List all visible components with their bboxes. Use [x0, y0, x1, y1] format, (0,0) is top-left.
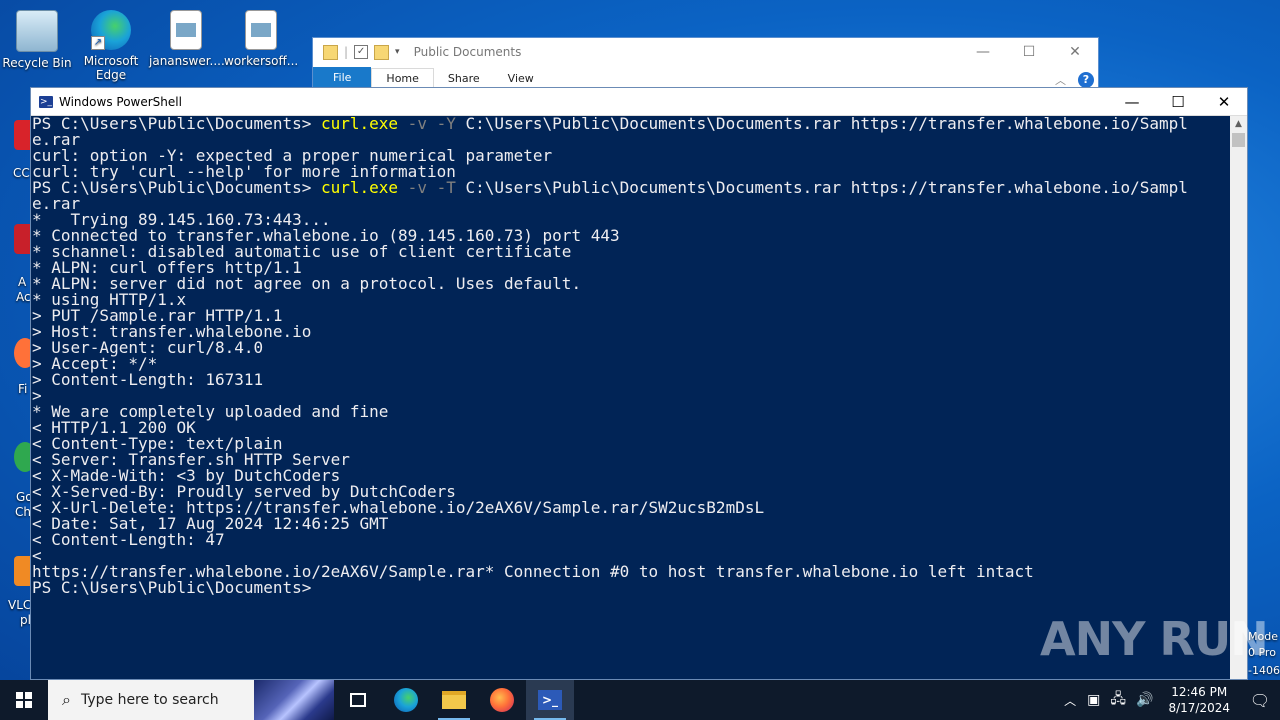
help-icon[interactable]: ?: [1078, 72, 1094, 88]
partial-icon-label: Fi: [18, 382, 28, 396]
chevron-up-icon[interactable]: ︿: [1055, 72, 1066, 88]
desktop-icon-label: workersoff...: [224, 54, 299, 68]
start-button[interactable]: [0, 680, 48, 720]
console-line: PS C:\Users\Public\Documents> curl.exe -…: [32, 116, 1232, 132]
volume-icon[interactable]: 🔊: [1131, 692, 1158, 708]
tab-view[interactable]: View: [494, 69, 548, 88]
console-flags: -v -Y: [398, 116, 456, 133]
vertical-scrollbar[interactable]: ▲: [1230, 116, 1247, 679]
windows-logo-icon: [16, 692, 32, 708]
clock-time: 12:46 PM: [1171, 685, 1228, 699]
console-args: C:\Users\Public\Documents\Documents.rar …: [455, 178, 1188, 197]
maximize-button[interactable]: ☐: [1006, 44, 1052, 60]
notification-center-icon[interactable]: 🗨: [1240, 680, 1280, 720]
desktop-icon-label: jananswer....: [149, 54, 225, 68]
desktop-icon-workersoff[interactable]: workersoff...: [224, 4, 298, 68]
properties-icon[interactable]: ✓: [354, 45, 369, 59]
console-flags: -v -T: [398, 178, 456, 197]
console-command: curl.exe: [320, 178, 399, 197]
tab-file[interactable]: File: [313, 67, 372, 88]
close-button[interactable]: ✕: [1052, 44, 1098, 60]
desktop-icon-jananswer[interactable]: jananswer....: [149, 4, 225, 68]
separator: |: [344, 45, 349, 59]
minimize-button[interactable]: —: [960, 44, 1006, 60]
window-title: Windows PowerShell: [59, 94, 182, 109]
partial-icon-label: A: [18, 275, 27, 289]
partial-icon-label: VLC: [8, 598, 32, 612]
device-icon[interactable]: ▣: [1082, 692, 1105, 708]
recycle-bin-icon: [16, 10, 58, 52]
desktop-icon-recycle-bin[interactable]: Recycle Bin: [0, 4, 74, 70]
firefox-icon: [490, 688, 514, 712]
new-folder-icon[interactable]: [374, 44, 390, 60]
ribbon-tabs: File Home Share View ︿ ?: [313, 66, 1098, 88]
image-file-icon: [170, 10, 202, 50]
partial-icon-label: Ch: [15, 505, 31, 519]
taskbar-file-explorer[interactable]: [430, 680, 478, 720]
edge-icon: [394, 688, 418, 712]
folder-icon: [323, 44, 338, 60]
minimize-button[interactable]: —: [1109, 88, 1155, 115]
console-line: > Content-Length: 167311: [32, 370, 264, 389]
console-args: C:\Users\Public\Documents\Documents.rar …: [455, 116, 1188, 133]
maximize-button[interactable]: ☐: [1155, 88, 1201, 115]
close-button[interactable]: ✕: [1201, 88, 1247, 115]
network-icon[interactable]: 🖧: [1105, 688, 1131, 712]
console-line: * ALPN: server did not agree on a protoc…: [32, 274, 582, 293]
quick-access-toolbar: | ✓ ▾: [313, 44, 400, 60]
desktop-icon-edge[interactable]: ↗ Microsoft Edge: [74, 4, 148, 82]
tab-share[interactable]: Share: [434, 69, 494, 88]
scrollbar-thumb[interactable]: [1232, 133, 1245, 147]
console-line: PS C:\Users\Public\Documents>: [32, 578, 312, 597]
edge-icon: ↗: [91, 10, 131, 50]
search-placeholder: Type here to search: [80, 692, 219, 708]
image-file-icon: [245, 10, 277, 50]
show-hidden-icons-chevron-icon[interactable]: ︿: [1058, 692, 1082, 709]
taskbar-search-box[interactable]: ⌕ Type here to search: [48, 680, 334, 720]
search-icon: ⌕: [62, 690, 71, 709]
scroll-up-icon[interactable]: ▲: [1230, 116, 1247, 133]
clock[interactable]: 12:46 PM 8/17/2024: [1158, 684, 1240, 716]
console-line: < Content-Length: 47: [32, 530, 225, 549]
task-view-icon: [350, 693, 366, 707]
console-line: PS C:\Users\Public\Documents> curl.exe -…: [32, 180, 1232, 196]
console-line: * We are completely uploaded and fine: [32, 402, 389, 421]
console-output[interactable]: PS C:\Users\Public\Documents> curl.exe -…: [31, 116, 1232, 679]
taskbar-powershell[interactable]: >_: [526, 680, 574, 720]
chevron-down-icon[interactable]: ▾: [395, 47, 400, 57]
powershell-titlebar[interactable]: >_ Windows PowerShell — ☐ ✕: [31, 88, 1247, 116]
anyrun-watermark: ANY RUN: [1040, 612, 1269, 666]
partial-icon-label: CC: [13, 166, 30, 180]
powershell-icon: >_: [39, 95, 53, 108]
taskbar-edge[interactable]: [382, 680, 430, 720]
explorer-titlebar[interactable]: | ✓ ▾ Public Documents — ☐ ✕: [313, 38, 1098, 66]
console-line: > User-Agent: curl/8.4.0: [32, 338, 264, 357]
powershell-icon: >_: [538, 690, 562, 710]
task-view-button[interactable]: [334, 680, 382, 720]
desktop-icon-label: Microsoft Edge: [83, 54, 139, 82]
clock-date: 8/17/2024: [1168, 701, 1230, 715]
tab-home[interactable]: Home: [371, 68, 434, 88]
taskbar-firefox[interactable]: [478, 680, 526, 720]
taskbar: ⌕ Type here to search >_ ︿ ▣ 🖧 🔊 12:46 P…: [0, 680, 1280, 720]
file-explorer-icon: [442, 691, 466, 709]
search-highlight-image: [254, 680, 334, 720]
powershell-window[interactable]: >_ Windows PowerShell — ☐ ✕ PS C:\Users\…: [30, 87, 1248, 680]
partial-icon-label: Ac: [16, 290, 31, 304]
console-command: curl.exe: [320, 116, 399, 133]
shortcut-arrow-icon: ↗: [91, 36, 105, 50]
desktop-icon-label: Recycle Bin: [2, 56, 72, 70]
system-tray: ︿ ▣ 🖧 🔊 12:46 PM 8/17/2024 🗨: [1058, 680, 1280, 720]
window-title: Public Documents: [413, 45, 522, 59]
